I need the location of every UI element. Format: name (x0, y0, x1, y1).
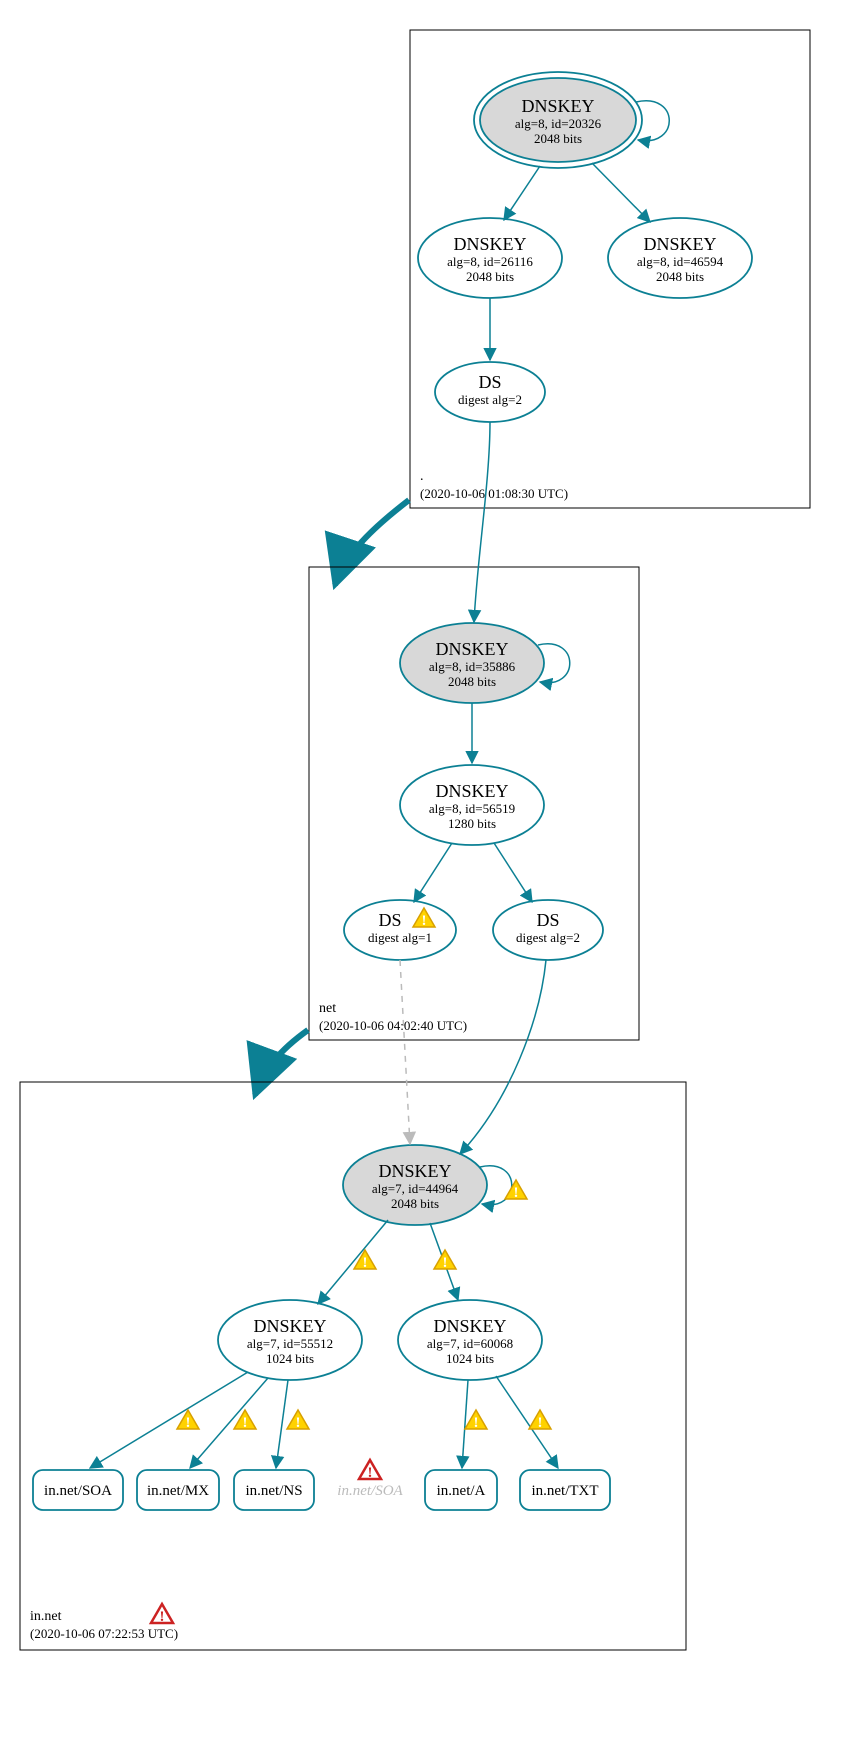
svg-text:DNSKEY: DNSKEY (435, 639, 508, 659)
edge-zsk1-ns (276, 1380, 288, 1468)
svg-text:2048 bits: 2048 bits (448, 674, 496, 689)
error-icon (151, 1604, 173, 1625)
zone-in-label: in.net (30, 1609, 62, 1624)
warning-icon (287, 1410, 309, 1431)
warning-icon (505, 1180, 527, 1201)
edge-netzsk-ds2 (494, 843, 532, 902)
dnssec-diagram: ! ! . (2020-10-06 01:08:30 UTC) DNSKEY a… (0, 0, 843, 1746)
zone-net-label: net (319, 1001, 336, 1016)
svg-text:alg=8, id=46594: alg=8, id=46594 (637, 254, 724, 269)
rr-soa-ghost: in.net/SOA (337, 1483, 403, 1499)
svg-text:digest alg=2: digest alg=2 (458, 392, 522, 407)
net-zsk-56519[interactable]: DNSKEY alg=8, id=56519 1280 bits (400, 765, 544, 845)
in-zsk-55512[interactable]: DNSKEY alg=7, id=55512 1024 bits (218, 1300, 362, 1380)
zone-root-label: . (420, 469, 424, 484)
svg-text:1280 bits: 1280 bits (448, 816, 496, 831)
svg-text:2048 bits: 2048 bits (466, 269, 514, 284)
svg-text:alg=8, id=56519: alg=8, id=56519 (429, 801, 515, 816)
edge-inksk-zsk1 (318, 1220, 388, 1304)
edge-ds2-inksk (460, 960, 546, 1154)
in-zsk-60068[interactable]: DNSKEY alg=7, id=60068 1024 bits (398, 1300, 542, 1380)
svg-text:2048 bits: 2048 bits (534, 131, 582, 146)
svg-text:2048 bits: 2048 bits (656, 269, 704, 284)
svg-text:in.net/SOA: in.net/SOA (44, 1483, 112, 1499)
svg-text:DNSKEY: DNSKEY (643, 234, 716, 254)
svg-text:DS: DS (536, 910, 559, 930)
edge-rootksk-zsk1 (504, 166, 540, 220)
edge-netzsk-ds1 (414, 843, 452, 902)
zone-root-timestamp: (2020-10-06 01:08:30 UTC) (420, 486, 568, 501)
svg-text:in.net/A: in.net/A (437, 1483, 486, 1499)
svg-text:DNSKEY: DNSKEY (378, 1161, 451, 1181)
svg-text:alg=7, id=55512: alg=7, id=55512 (247, 1336, 333, 1351)
edge-zsk1-mx (190, 1378, 268, 1468)
svg-text:alg=8, id=35886: alg=8, id=35886 (429, 659, 516, 674)
svg-text:1024 bits: 1024 bits (446, 1351, 494, 1366)
svg-text:2048 bits: 2048 bits (391, 1196, 439, 1211)
root-ds[interactable]: DS digest alg=2 (435, 362, 545, 422)
rr-mx[interactable]: in.net/MX (137, 1470, 219, 1510)
svg-text:alg=8, id=20326: alg=8, id=20326 (515, 116, 602, 131)
rr-ns[interactable]: in.net/NS (234, 1470, 314, 1510)
zone-in-timestamp: (2020-10-06 07:22:53 UTC) (30, 1626, 178, 1641)
net-ds1[interactable]: DS digest alg=1 (344, 900, 456, 960)
svg-text:in.net/NS: in.net/NS (245, 1483, 302, 1499)
svg-text:alg=7, id=60068: alg=7, id=60068 (427, 1336, 513, 1351)
zone-arc-root-net (335, 500, 409, 585)
svg-text:in.net/TXT: in.net/TXT (531, 1483, 598, 1499)
svg-text:digest alg=2: digest alg=2 (516, 930, 580, 945)
svg-text:in.net/MX: in.net/MX (147, 1483, 209, 1499)
svg-text:alg=7, id=44964: alg=7, id=44964 (372, 1181, 459, 1196)
svg-text:DS: DS (378, 910, 401, 930)
in-ksk-node[interactable]: DNSKEY alg=7, id=44964 2048 bits (343, 1145, 487, 1225)
net-ksk-node[interactable]: DNSKEY alg=8, id=35886 2048 bits (400, 623, 544, 703)
edge-zsk2-txt (496, 1376, 558, 1468)
rr-txt[interactable]: in.net/TXT (520, 1470, 610, 1510)
zone-net-timestamp: (2020-10-06 04:02:40 UTC) (319, 1018, 467, 1033)
svg-text:DNSKEY: DNSKEY (253, 1316, 326, 1336)
rr-soa[interactable]: in.net/SOA (33, 1470, 123, 1510)
root-ksk-node[interactable]: DNSKEY alg=8, id=20326 2048 bits (474, 72, 642, 168)
net-ds2[interactable]: DS digest alg=2 (493, 900, 603, 960)
svg-text:1024 bits: 1024 bits (266, 1351, 314, 1366)
svg-text:DS: DS (478, 372, 501, 392)
edge-rootksk-zsk2 (592, 163, 650, 222)
error-icon (359, 1460, 381, 1481)
root-zsk-46594[interactable]: DNSKEY alg=8, id=46594 2048 bits (608, 218, 752, 298)
edge-rootds-netksk (474, 422, 490, 622)
warning-icon (465, 1410, 487, 1431)
rr-a[interactable]: in.net/A (425, 1470, 497, 1510)
root-ksk-selfloop (636, 101, 669, 141)
warning-icon (529, 1410, 551, 1431)
svg-text:DNSKEY: DNSKEY (521, 96, 594, 116)
zone-arc-net-in (255, 1030, 308, 1095)
svg-text:alg=8, id=26116: alg=8, id=26116 (447, 254, 533, 269)
warning-icon (434, 1250, 456, 1271)
svg-text:DNSKEY: DNSKEY (435, 781, 508, 801)
edge-zsk1-soa (90, 1372, 248, 1468)
svg-text:DNSKEY: DNSKEY (433, 1316, 506, 1336)
warning-icon (354, 1250, 376, 1271)
edge-ds1-inksk-dashed (400, 960, 410, 1144)
svg-text:DNSKEY: DNSKEY (453, 234, 526, 254)
svg-text:digest alg=1: digest alg=1 (368, 930, 432, 945)
root-zsk-26116[interactable]: DNSKEY alg=8, id=26116 2048 bits (418, 218, 562, 298)
